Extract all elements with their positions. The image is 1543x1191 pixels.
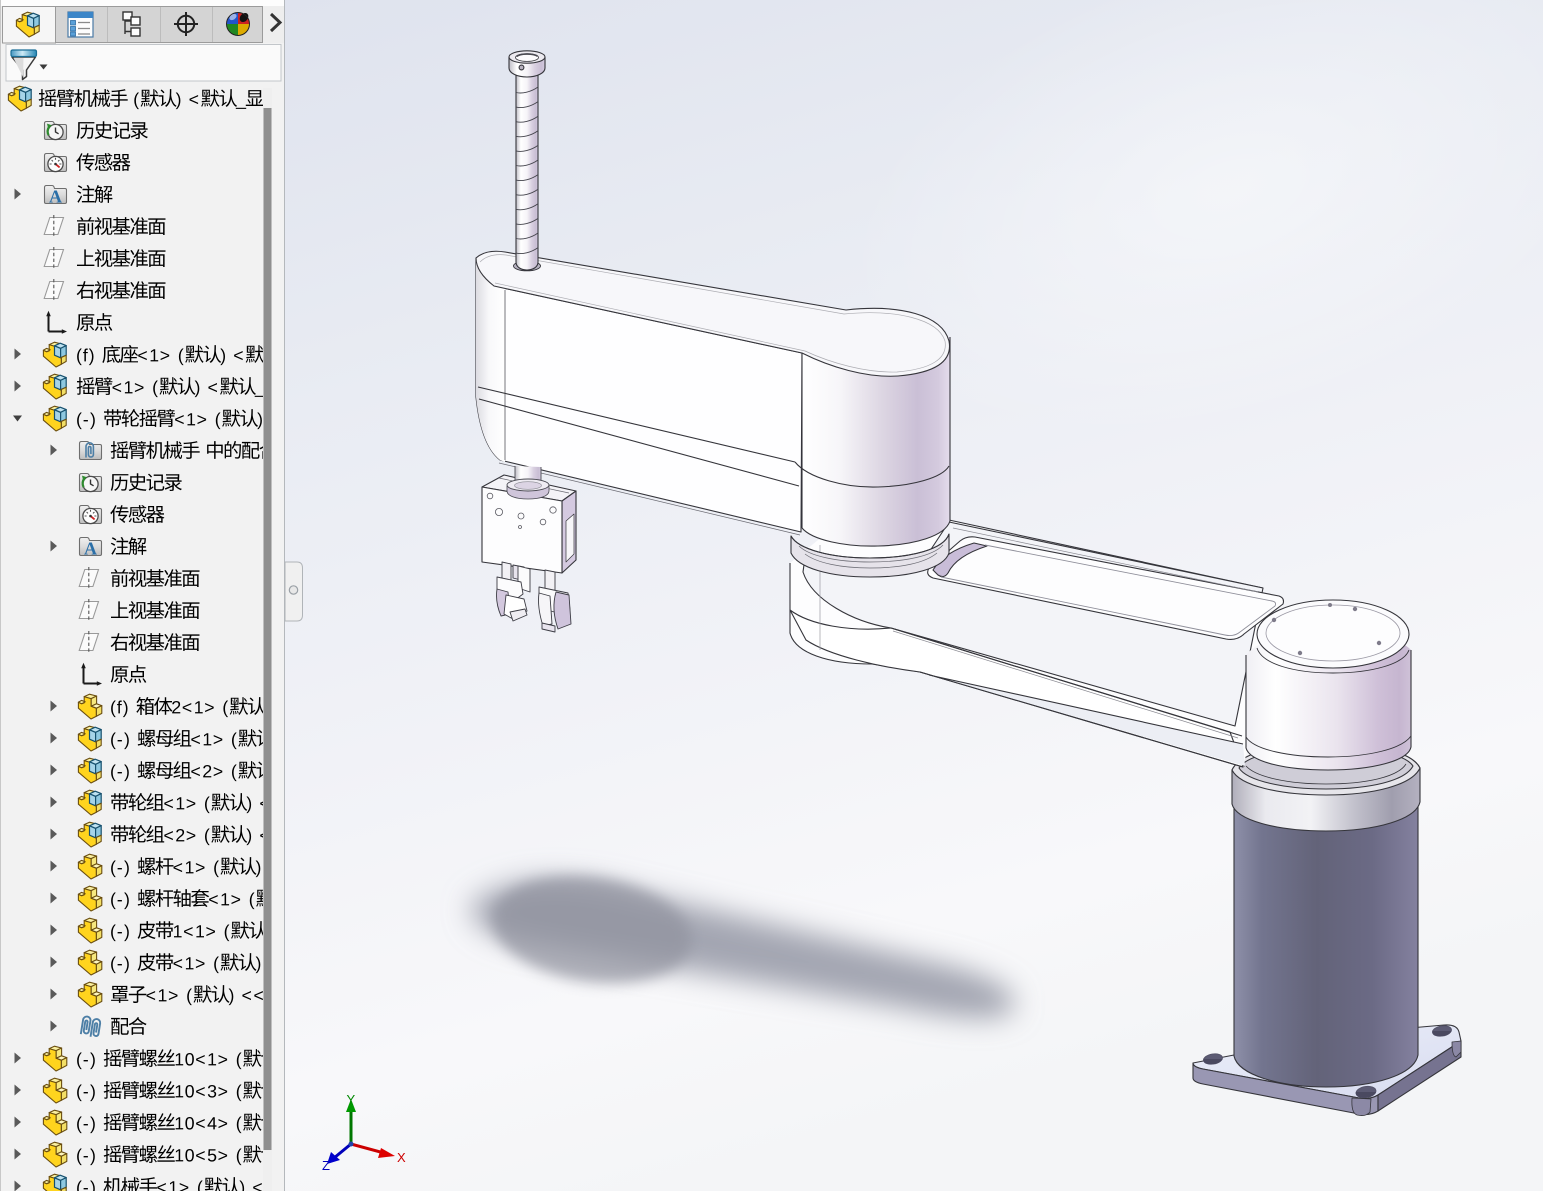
svg-text:Y: Y xyxy=(347,1092,356,1107)
svg-text:Z: Z xyxy=(322,1158,330,1173)
svg-text:X: X xyxy=(397,1150,406,1165)
